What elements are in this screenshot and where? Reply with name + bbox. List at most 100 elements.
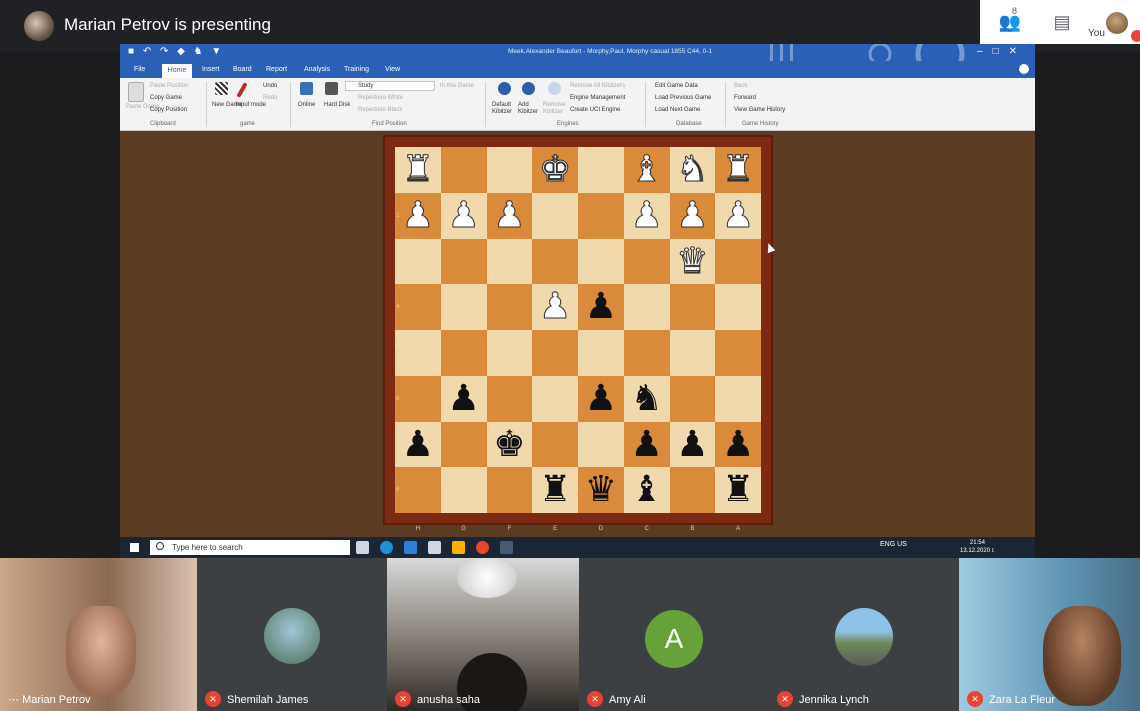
engine-management-button[interactable]: Engine Management xyxy=(570,95,625,101)
participant-tile-zara[interactable]: ✕ Zara La Fleur xyxy=(959,558,1140,711)
board-square[interactable] xyxy=(715,284,761,330)
board-square[interactable] xyxy=(715,330,761,376)
chessboard[interactable]: 1 2 3 4 5 6 7 8 H G F E D C B A ♜ ♚ ♝ ♞ ♜ ♟ ♟ ♟ ♟ ♟ ♟ ♛ ♟ ♟ ♟ ♟ ♞ ♟ ♚ ♟ ♟ ♟ ♜ ♛… xyxy=(395,147,761,532)
board-square[interactable] xyxy=(395,375,441,422)
white-king-piece[interactable]: ♚ xyxy=(532,147,578,193)
board-square[interactable] xyxy=(669,375,716,422)
black-knight-piece[interactable]: ♞ xyxy=(624,376,670,422)
tab-training[interactable]: Training xyxy=(344,66,369,73)
white-pawn-piece[interactable]: ♟ xyxy=(715,193,761,239)
board-square[interactable] xyxy=(715,375,761,422)
participant-tile-jennika[interactable]: ✕ Jennika Lynch xyxy=(769,558,959,711)
chrome-icon[interactable] xyxy=(476,541,489,554)
participant-tile-shemilah[interactable]: ✕ Shemilah James xyxy=(197,558,387,711)
board-square[interactable] xyxy=(440,147,487,193)
board-square[interactable] xyxy=(578,192,624,239)
board-square[interactable] xyxy=(440,421,487,468)
chat-icon[interactable]: ▤ xyxy=(1050,10,1074,34)
board-square[interactable] xyxy=(486,147,533,193)
chessbase-taskbar-icon[interactable] xyxy=(500,541,513,554)
board-square[interactable] xyxy=(669,284,716,330)
taskbar-search-input[interactable]: Type here to search xyxy=(150,540,350,555)
view-game-history-button[interactable]: View Game History xyxy=(734,107,785,113)
undo-button[interactable]: Undo xyxy=(263,83,277,89)
board-square[interactable] xyxy=(486,330,533,376)
window-controls[interactable]: –□✕ xyxy=(977,46,1027,57)
board-square[interactable] xyxy=(578,421,624,468)
board-square[interactable] xyxy=(440,330,487,376)
participant-tile-marian[interactable]: ⋯ Marian Petrov xyxy=(0,558,197,711)
people-icon[interactable]: 👥 xyxy=(998,10,1022,34)
settings-icon[interactable] xyxy=(1019,64,1029,74)
quick-access-toolbar[interactable]: ■ ↶ ↷ ◆ ♞ ▼ xyxy=(128,46,224,57)
white-queen-piece[interactable]: ♛ xyxy=(670,239,716,285)
task-view-icon[interactable] xyxy=(356,541,369,554)
white-pawn-piece[interactable]: ♟ xyxy=(670,193,716,239)
board-square[interactable] xyxy=(578,147,624,193)
remove-all-kibitzers-button[interactable]: Remove All Kibitzers xyxy=(570,83,625,89)
board-square[interactable] xyxy=(486,238,533,285)
default-kibitzer-icon[interactable] xyxy=(498,82,511,95)
black-pawn-piece[interactable]: ♟ xyxy=(441,376,487,422)
new-game-icon[interactable] xyxy=(215,82,228,95)
board-square[interactable] xyxy=(440,284,487,330)
board-square[interactable] xyxy=(532,238,578,285)
black-pawn-piece[interactable]: ♟ xyxy=(578,376,624,422)
board-square[interactable] xyxy=(486,467,533,513)
study-dropdown[interactable]: Study xyxy=(345,81,435,91)
file-explorer-icon[interactable] xyxy=(452,541,465,554)
white-bishop-piece[interactable]: ♝ xyxy=(624,147,670,193)
board-square[interactable] xyxy=(623,238,670,285)
board-square[interactable] xyxy=(486,284,533,330)
mail-icon[interactable] xyxy=(404,541,417,554)
in-this-game-button[interactable]: In this Game xyxy=(440,83,474,89)
repertoire-white-button[interactable]: Repertoire White xyxy=(358,95,403,101)
forward-button[interactable]: Forward xyxy=(734,95,756,101)
black-pawn-piece[interactable]: ♟ xyxy=(715,422,761,468)
hard-disk-icon[interactable] xyxy=(325,82,338,95)
white-rook-piece[interactable]: ♜ xyxy=(715,147,761,193)
edit-game-data-button[interactable]: Edit Game Data xyxy=(655,83,698,89)
white-pawn-piece[interactable]: ♟ xyxy=(441,193,487,239)
board-square[interactable] xyxy=(440,467,487,513)
tab-report[interactable]: Report xyxy=(266,66,287,73)
board-square[interactable] xyxy=(623,330,670,376)
default-kibitzer-button[interactable]: Default Kibitzer xyxy=(492,102,516,116)
black-pawn-piece[interactable]: ♟ xyxy=(624,422,670,468)
paste-position-button[interactable]: Paste Position xyxy=(150,83,188,89)
black-rook-piece[interactable]: ♜ xyxy=(715,467,761,513)
store-icon[interactable] xyxy=(428,541,441,554)
input-mode-icon[interactable] xyxy=(236,82,248,98)
tab-analysis[interactable]: Analysis xyxy=(304,66,330,73)
board-square[interactable] xyxy=(532,421,578,468)
tab-board[interactable]: Board xyxy=(233,66,252,73)
black-rook-piece[interactable]: ♜ xyxy=(532,467,578,513)
add-kibitzer-button[interactable]: Add Kibitzer xyxy=(518,102,542,116)
board-square[interactable] xyxy=(578,238,624,285)
board-square[interactable] xyxy=(532,192,578,239)
white-pawn-piece[interactable]: ♟ xyxy=(532,284,578,330)
load-next-game-button[interactable]: Load Next Game xyxy=(655,107,700,113)
white-pawn-piece[interactable]: ♟ xyxy=(624,193,670,239)
white-pawn-piece[interactable]: ♟ xyxy=(487,193,533,239)
back-button[interactable]: Back xyxy=(734,83,747,89)
tab-home[interactable]: Home xyxy=(162,64,192,78)
add-kibitzer-icon[interactable] xyxy=(522,82,535,95)
board-square[interactable] xyxy=(486,375,533,422)
black-pawn-piece[interactable]: ♟ xyxy=(670,422,716,468)
taskbar-clock[interactable]: 21:54 13.12.2020 г. xyxy=(960,539,995,555)
board-square[interactable] xyxy=(395,284,441,330)
board-square[interactable] xyxy=(532,375,578,422)
remove-kibitzer-button[interactable]: Remove Kibitzer xyxy=(543,102,567,116)
board-square[interactable] xyxy=(440,238,487,285)
board-square[interactable] xyxy=(532,330,578,376)
copy-position-button[interactable]: Copy Position xyxy=(150,107,187,113)
black-pawn-piece[interactable]: ♟ xyxy=(395,422,441,468)
black-pawn-piece[interactable]: ♟ xyxy=(578,284,624,330)
tab-file[interactable]: File xyxy=(134,66,145,73)
hard-disk-button[interactable]: Hard Disk xyxy=(324,102,350,108)
self-avatar[interactable] xyxy=(1106,12,1128,34)
board-square[interactable] xyxy=(669,467,716,513)
paste-icon[interactable] xyxy=(128,82,144,102)
load-previous-game-button[interactable]: Load Previous Game xyxy=(655,95,711,101)
